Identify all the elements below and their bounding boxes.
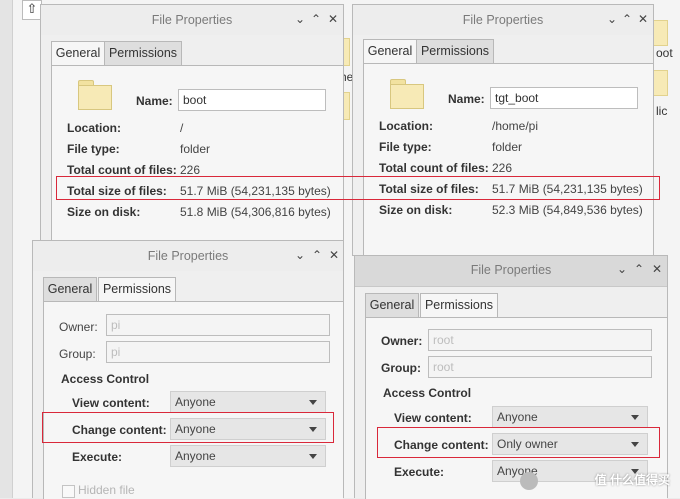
tab-bar: General Permissions: [51, 41, 251, 66]
name-input[interactable]: boot: [178, 89, 326, 111]
title-bar[interactable]: File Properties ⌄ ⌃ ✕: [33, 241, 343, 271]
close-icon[interactable]: ✕: [327, 248, 341, 262]
close-icon[interactable]: ✕: [650, 262, 664, 276]
left-scrollbar[interactable]: [0, 0, 13, 498]
title-bar[interactable]: File Properties ⌄ ⌃ ✕: [353, 5, 653, 35]
chevron-down-icon: [309, 454, 317, 459]
properties-window-tgt-boot-permissions: File Properties ⌄ ⌃ ✕ General Permission…: [354, 255, 668, 499]
view-content-select[interactable]: Anyone: [170, 391, 326, 413]
bg-file-label: oot: [656, 46, 673, 60]
name-label: Name:: [448, 92, 485, 106]
close-icon[interactable]: ✕: [326, 12, 340, 26]
file-type-value: folder: [180, 142, 211, 156]
group-label: Group:: [381, 361, 421, 375]
highlight-change-content-right: [377, 427, 660, 458]
owner-label: Owner:: [59, 320, 98, 334]
properties-window-boot-general: File Properties ⌄ ⌃ ✕ General Permission…: [40, 4, 344, 245]
owner-input[interactable]: pi: [106, 314, 330, 336]
size-on-disk-value: 51.8 MiB (54,306,816 bytes): [180, 205, 331, 219]
location-label: Location:: [379, 119, 433, 133]
access-control-heading: Access Control: [61, 372, 150, 386]
name-input[interactable]: tgt_boot: [490, 87, 638, 109]
execute-select[interactable]: Anyone: [170, 445, 326, 467]
execute-label: Execute:: [394, 465, 445, 479]
tab-bar: General Permissions: [365, 293, 565, 318]
file-count-value: 226: [180, 163, 201, 177]
maximize-icon[interactable]: ⌃: [620, 12, 634, 26]
tab-bar: General Permissions: [363, 39, 563, 64]
view-content-value: Anyone: [175, 395, 216, 409]
execute-value: Anyone: [175, 449, 216, 463]
tab-permissions[interactable]: Permissions: [98, 277, 176, 302]
minimize-icon[interactable]: ⌄: [615, 262, 629, 276]
properties-window-tgt-boot-general: File Properties ⌄ ⌃ ✕ General Permission…: [352, 4, 654, 256]
file-type-label: File type:: [379, 140, 432, 154]
tab-general[interactable]: General: [51, 41, 105, 66]
owner-input[interactable]: root: [428, 329, 652, 351]
title-bar[interactable]: File Properties ⌄ ⌃ ✕: [355, 256, 667, 287]
highlight-change-content-left: [42, 412, 334, 443]
size-on-disk-label: Size on disk:: [379, 203, 453, 217]
group-input[interactable]: root: [428, 356, 652, 378]
chevron-down-icon: [309, 400, 317, 405]
execute-label: Execute:: [72, 450, 123, 464]
view-content-select[interactable]: Anyone: [492, 406, 648, 428]
back-arrow-icon[interactable]: ⇧: [22, 0, 42, 20]
file-type-value: folder: [492, 140, 523, 154]
size-on-disk-label: Size on disk:: [67, 205, 141, 219]
bg-file-label: lic: [656, 104, 668, 118]
tab-general[interactable]: General: [363, 39, 417, 64]
tab-general[interactable]: General: [365, 293, 419, 317]
location-label: Location:: [67, 121, 121, 135]
minimize-icon[interactable]: ⌄: [605, 12, 619, 26]
folder-icon: [78, 80, 112, 110]
file-count-label: Total count of files:: [67, 163, 177, 177]
owner-label: Owner:: [381, 334, 423, 348]
tab-permissions[interactable]: Permissions: [420, 293, 498, 318]
hidden-file-checkbox[interactable]: [62, 485, 75, 498]
maximize-icon[interactable]: ⌃: [632, 262, 646, 276]
file-type-label: File type:: [67, 142, 120, 156]
close-icon[interactable]: ✕: [636, 12, 650, 26]
chevron-down-icon: [631, 415, 639, 420]
size-on-disk-value: 52.3 MiB (54,849,536 bytes): [492, 203, 643, 217]
view-content-label: View content:: [394, 411, 472, 425]
location-value: /home/pi: [492, 119, 539, 133]
file-count-label: Total count of files:: [379, 161, 489, 175]
file-count-value: 226: [492, 161, 513, 175]
minimize-icon[interactable]: ⌄: [293, 248, 307, 262]
general-panel: Name: tgt_boot Location: /home/pi File t…: [363, 63, 653, 255]
group-label: Group:: [59, 347, 96, 361]
maximize-icon[interactable]: ⌃: [310, 248, 324, 262]
location-value: /: [180, 121, 184, 135]
properties-window-boot-permissions: File Properties ⌄ ⌃ ✕ General Permission…: [32, 240, 344, 499]
watermark-logo-icon: [520, 472, 538, 490]
permissions-panel: Owner: pi Group: pi Access Control View …: [43, 301, 343, 499]
view-content-label: View content:: [72, 396, 150, 410]
maximize-icon[interactable]: ⌃: [309, 12, 323, 26]
folder-icon: [390, 79, 424, 109]
minimize-icon[interactable]: ⌄: [293, 12, 307, 26]
watermark-text: 值 什么值得买: [594, 473, 670, 487]
view-content-value: Anyone: [497, 410, 538, 424]
tab-bar: General Permissions: [43, 277, 243, 302]
highlight-total-size: [56, 176, 660, 200]
name-label: Name:: [136, 94, 173, 108]
tab-general[interactable]: General: [43, 277, 97, 301]
hidden-file-label: Hidden file: [78, 483, 135, 497]
tab-permissions[interactable]: Permissions: [416, 39, 494, 63]
access-control-heading: Access Control: [383, 386, 472, 400]
title-bar[interactable]: File Properties ⌄ ⌃ ✕: [41, 5, 343, 35]
general-panel: Name: boot Location: / File type: folder…: [51, 65, 343, 245]
group-input[interactable]: pi: [106, 341, 330, 363]
tab-permissions[interactable]: Permissions: [104, 41, 182, 65]
